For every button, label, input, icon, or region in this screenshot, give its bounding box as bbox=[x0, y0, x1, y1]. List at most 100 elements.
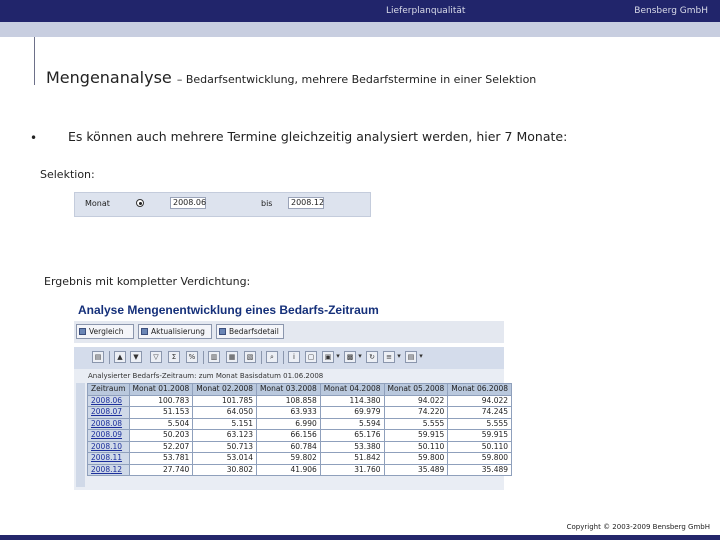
chevron-down-icon[interactable]: ▾ bbox=[396, 351, 402, 363]
export-icon[interactable]: ▦ bbox=[226, 351, 238, 363]
bullet-icon: • bbox=[30, 131, 38, 145]
table-cell: 59.915 bbox=[447, 429, 513, 442]
table-cell: 50.110 bbox=[447, 440, 513, 453]
table-cell: 63.123 bbox=[192, 429, 258, 442]
month-radio-button[interactable] bbox=[136, 199, 144, 207]
header-company: Bensberg GmbH bbox=[634, 6, 708, 16]
select-icon[interactable]: ▢ bbox=[305, 351, 317, 363]
find-icon[interactable]: ⌕ bbox=[266, 351, 278, 363]
table-cell: 50.713 bbox=[192, 440, 258, 453]
table-cell: 108.858 bbox=[256, 394, 321, 407]
toolbar-separator bbox=[261, 351, 262, 364]
table-cell: 100.783 bbox=[128, 394, 194, 407]
period-link[interactable]: 2008.08 bbox=[87, 417, 130, 430]
table-cell: 65.176 bbox=[319, 429, 385, 442]
table-cell: 60.784 bbox=[256, 440, 321, 453]
list-icon[interactable]: ≡ bbox=[383, 351, 395, 363]
row-selector-column[interactable] bbox=[76, 383, 85, 487]
info-icon[interactable]: i bbox=[288, 351, 300, 363]
application-toolbar: Vergleich Aktualisierung Bedarfsdetail bbox=[74, 321, 504, 343]
toolbar-separator bbox=[203, 351, 204, 364]
column-header[interactable]: Monat 01.2008 bbox=[128, 383, 194, 396]
table-cell: 94.022 bbox=[383, 394, 449, 407]
table-cell: 50.203 bbox=[128, 429, 194, 442]
grid-caption: Analysierter Bedarfs-Zeitraum: zum Monat… bbox=[88, 372, 324, 380]
period-link[interactable]: 2008.09 bbox=[87, 429, 130, 442]
period-link[interactable]: 2008.11 bbox=[87, 452, 130, 465]
table-cell: 51.842 bbox=[319, 452, 385, 465]
table-header-row: Zeitraum Monat 01.2008 Monat 02.2008 Mon… bbox=[87, 383, 513, 396]
analysis-table: Zeitraum Monat 01.2008 Monat 02.2008 Mon… bbox=[87, 383, 513, 476]
alv-toolbar: ▤ ▲ ▼ ▽ Σ % ▥ ▦ ▧ ⌕ i ▢ ▣ ▾ ▩ ▾ ↻ ≡ ▾ ▤ … bbox=[74, 347, 504, 369]
toolbar-separator bbox=[283, 351, 284, 364]
period-link[interactable]: 2008.10 bbox=[87, 440, 130, 453]
table-cell: 53.781 bbox=[128, 452, 194, 465]
month-to-input[interactable]: 2008.12 bbox=[288, 197, 324, 209]
table-cell: 6.990 bbox=[256, 417, 321, 430]
month-label: Monat bbox=[85, 199, 110, 208]
table-cell: 53.014 bbox=[192, 452, 258, 465]
sort-up-icon[interactable]: ▲ bbox=[114, 351, 126, 363]
bullet-text: Es können auch mehrere Termine gleichzei… bbox=[68, 129, 568, 144]
chevron-down-icon[interactable]: ▾ bbox=[418, 351, 424, 363]
column-header[interactable]: Monat 06.2008 bbox=[447, 383, 513, 396]
print-icon[interactable]: ▤ bbox=[92, 351, 104, 363]
table-cell: 64.050 bbox=[192, 406, 258, 419]
layout-icon[interactable]: ▧ bbox=[244, 351, 256, 363]
column-header[interactable]: Monat 05.2008 bbox=[383, 383, 449, 396]
table-cell: 27.740 bbox=[128, 463, 194, 476]
update-button[interactable]: Aktualisierung bbox=[138, 324, 212, 339]
table-cell: 31.760 bbox=[319, 463, 385, 476]
table-cell: 5.504 bbox=[128, 417, 194, 430]
bottom-rule bbox=[0, 535, 720, 540]
chart-icon[interactable]: ▥ bbox=[208, 351, 220, 363]
detail-icon[interactable]: ▣ bbox=[322, 351, 334, 363]
refresh-icon[interactable]: ↻ bbox=[366, 351, 378, 363]
table-row: 2008.06 100.783 101.785 108.858 114.380 … bbox=[87, 394, 513, 407]
title-divider bbox=[34, 37, 35, 85]
demand-detail-button[interactable]: Bedarfsdetail bbox=[216, 324, 284, 339]
column-header[interactable]: Zeitraum bbox=[87, 383, 130, 396]
chevron-down-icon[interactable]: ▾ bbox=[357, 351, 363, 363]
month-from-input[interactable]: 2008.06 bbox=[170, 197, 206, 209]
header-bar: Lieferplanqualität Bensberg GmbH bbox=[0, 0, 720, 22]
table-cell: 30.802 bbox=[192, 463, 258, 476]
period-link[interactable]: 2008.06 bbox=[87, 394, 130, 407]
period-link[interactable]: 2008.12 bbox=[87, 463, 130, 476]
page-title-sub: – Bedarfsentwicklung, mehrere Bedarfster… bbox=[176, 73, 537, 86]
period-link[interactable]: 2008.07 bbox=[87, 406, 130, 419]
table-cell: 74.245 bbox=[447, 406, 513, 419]
chevron-down-icon[interactable]: ▾ bbox=[335, 351, 341, 363]
header-title: Lieferplanqualität bbox=[386, 6, 466, 16]
table-cell: 53.380 bbox=[319, 440, 385, 453]
sort-down-icon[interactable]: ▼ bbox=[130, 351, 142, 363]
table-cell: 101.785 bbox=[192, 394, 258, 407]
detail-icon bbox=[219, 328, 226, 335]
table-cell: 5.555 bbox=[447, 417, 513, 430]
graph-icon[interactable]: ▤ bbox=[405, 351, 417, 363]
to-label: bis bbox=[261, 199, 273, 208]
table-cell: 114.380 bbox=[319, 394, 385, 407]
column-header[interactable]: Monat 02.2008 bbox=[192, 383, 258, 396]
table-row: 2008.08 5.504 5.151 6.990 5.594 5.555 5.… bbox=[87, 417, 513, 430]
table-cell: 51.153 bbox=[128, 406, 194, 419]
column-header[interactable]: Monat 03.2008 bbox=[256, 383, 321, 396]
table-row: 2008.07 51.153 64.050 63.933 69.979 74.2… bbox=[87, 406, 513, 419]
table-cell: 69.979 bbox=[319, 406, 385, 419]
settings-icon[interactable]: ▩ bbox=[344, 351, 356, 363]
table-row: 2008.12 27.740 30.802 41.906 31.760 35.4… bbox=[87, 463, 513, 476]
compare-button[interactable]: Vergleich bbox=[76, 324, 134, 339]
filter-icon[interactable]: ▽ bbox=[150, 351, 162, 363]
table-cell: 41.906 bbox=[256, 463, 321, 476]
table-cell: 35.489 bbox=[383, 463, 449, 476]
table-cell: 59.802 bbox=[256, 452, 321, 465]
sum-icon[interactable]: Σ bbox=[168, 351, 180, 363]
table-row: 2008.10 52.207 50.713 60.784 53.380 50.1… bbox=[87, 440, 513, 453]
column-header[interactable]: Monat 04.2008 bbox=[319, 383, 385, 396]
subtotal-icon[interactable]: % bbox=[186, 351, 198, 363]
table-cell: 5.555 bbox=[383, 417, 449, 430]
table-cell: 35.489 bbox=[447, 463, 513, 476]
table-cell: 59.800 bbox=[447, 452, 513, 465]
table-cell: 59.915 bbox=[383, 429, 449, 442]
selection-heading: Selektion: bbox=[40, 168, 95, 181]
